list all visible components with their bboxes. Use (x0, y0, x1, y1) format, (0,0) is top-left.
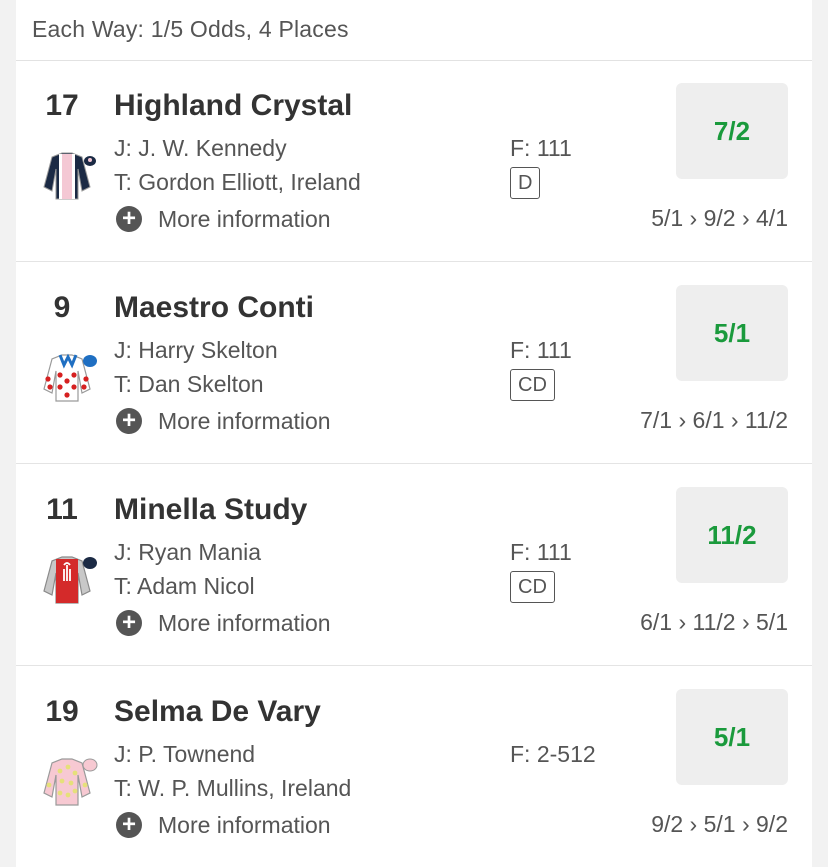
more-information-label: More information (158, 609, 331, 636)
trainer-name: T: W. P. Mullins, Ireland (114, 775, 352, 801)
odds-button[interactable]: 7/2 (676, 83, 788, 179)
plus-circle-icon: + (116, 408, 142, 434)
course-distance-badge: CD (510, 369, 555, 401)
each-way-terms: Each Way: 1/5 Odds, 4 Places (32, 16, 349, 42)
more-information-link[interactable]: + More information (116, 609, 331, 637)
more-information-link[interactable]: + More information (116, 407, 331, 435)
form-figures: F: 111 (510, 337, 572, 363)
runner-name: Selma De Vary (114, 695, 321, 728)
odds-history: 5/1 › 9/2 › 4/1 (651, 205, 788, 231)
more-information-label: More information (158, 407, 331, 434)
more-information-label: More information (158, 811, 331, 838)
jockey-name: J: Harry Skelton (114, 337, 278, 363)
runner-row: 17 Highland Crystal J: J. W. Kennedy T: … (16, 61, 812, 262)
jockey-silk-icon (43, 353, 97, 402)
trainer-name: T: Adam Nicol (114, 573, 255, 599)
course-distance-badge: CD (510, 571, 555, 603)
jockey-silk-icon (43, 758, 98, 806)
runner-row: 11 Minella Study J: Ryan Mania T: Adam N… (16, 465, 812, 666)
odds-history: 6/1 › 11/2 › 5/1 (640, 609, 788, 635)
plus-circle-icon: + (116, 812, 142, 838)
runner-number: 17 (45, 89, 79, 122)
runner-number: 9 (53, 291, 71, 324)
plus-circle-icon: + (116, 610, 142, 636)
form-figures: F: 111 (510, 539, 572, 565)
trainer-name: T: Gordon Elliott, Ireland (114, 169, 361, 195)
jockey-name: J: P. Townend (114, 741, 256, 767)
odds-button[interactable]: 5/1 (676, 689, 788, 785)
odds-button[interactable]: 5/1 (676, 285, 788, 381)
form-figures: F: 111 (510, 135, 572, 161)
more-information-link[interactable]: + More information (116, 205, 331, 233)
racecard-panel: Each Way: 1/5 Odds, 4 Places 17 Highland… (16, 0, 812, 867)
course-distance-badge: D (510, 167, 541, 199)
more-information-label: More information (158, 205, 331, 232)
form-figures: F: 2-512 (510, 741, 596, 767)
runner-name: Maestro Conti (114, 291, 315, 324)
runner-row: 19 Selma De Vary J: P. Townend T: W. P. … (16, 667, 812, 867)
odds-history: 9/2 › 5/1 › 9/2 (651, 811, 788, 837)
jockey-silk-icon (43, 152, 96, 200)
plus-circle-icon: + (116, 206, 142, 232)
odds-button[interactable]: 11/2 (676, 487, 788, 583)
each-way-terms-bar: Each Way: 1/5 Odds, 4 Places (16, 0, 812, 61)
jockey-name: J: Ryan Mania (114, 539, 262, 565)
runner-name: Highland Crystal (114, 89, 353, 122)
runner-name: Minella Study (114, 493, 308, 526)
more-information-link[interactable]: + More information (116, 811, 331, 839)
runner-number: 11 (46, 493, 78, 526)
trainer-name: T: Dan Skelton (114, 371, 264, 397)
jockey-silk-icon (43, 556, 97, 604)
jockey-name: J: J. W. Kennedy (114, 135, 287, 161)
odds-history: 7/1 › 6/1 › 11/2 (640, 407, 788, 433)
runner-row: 9 Maestro Conti J: Harry Skelton T: Dan … (16, 263, 812, 464)
runner-number: 19 (45, 695, 79, 728)
